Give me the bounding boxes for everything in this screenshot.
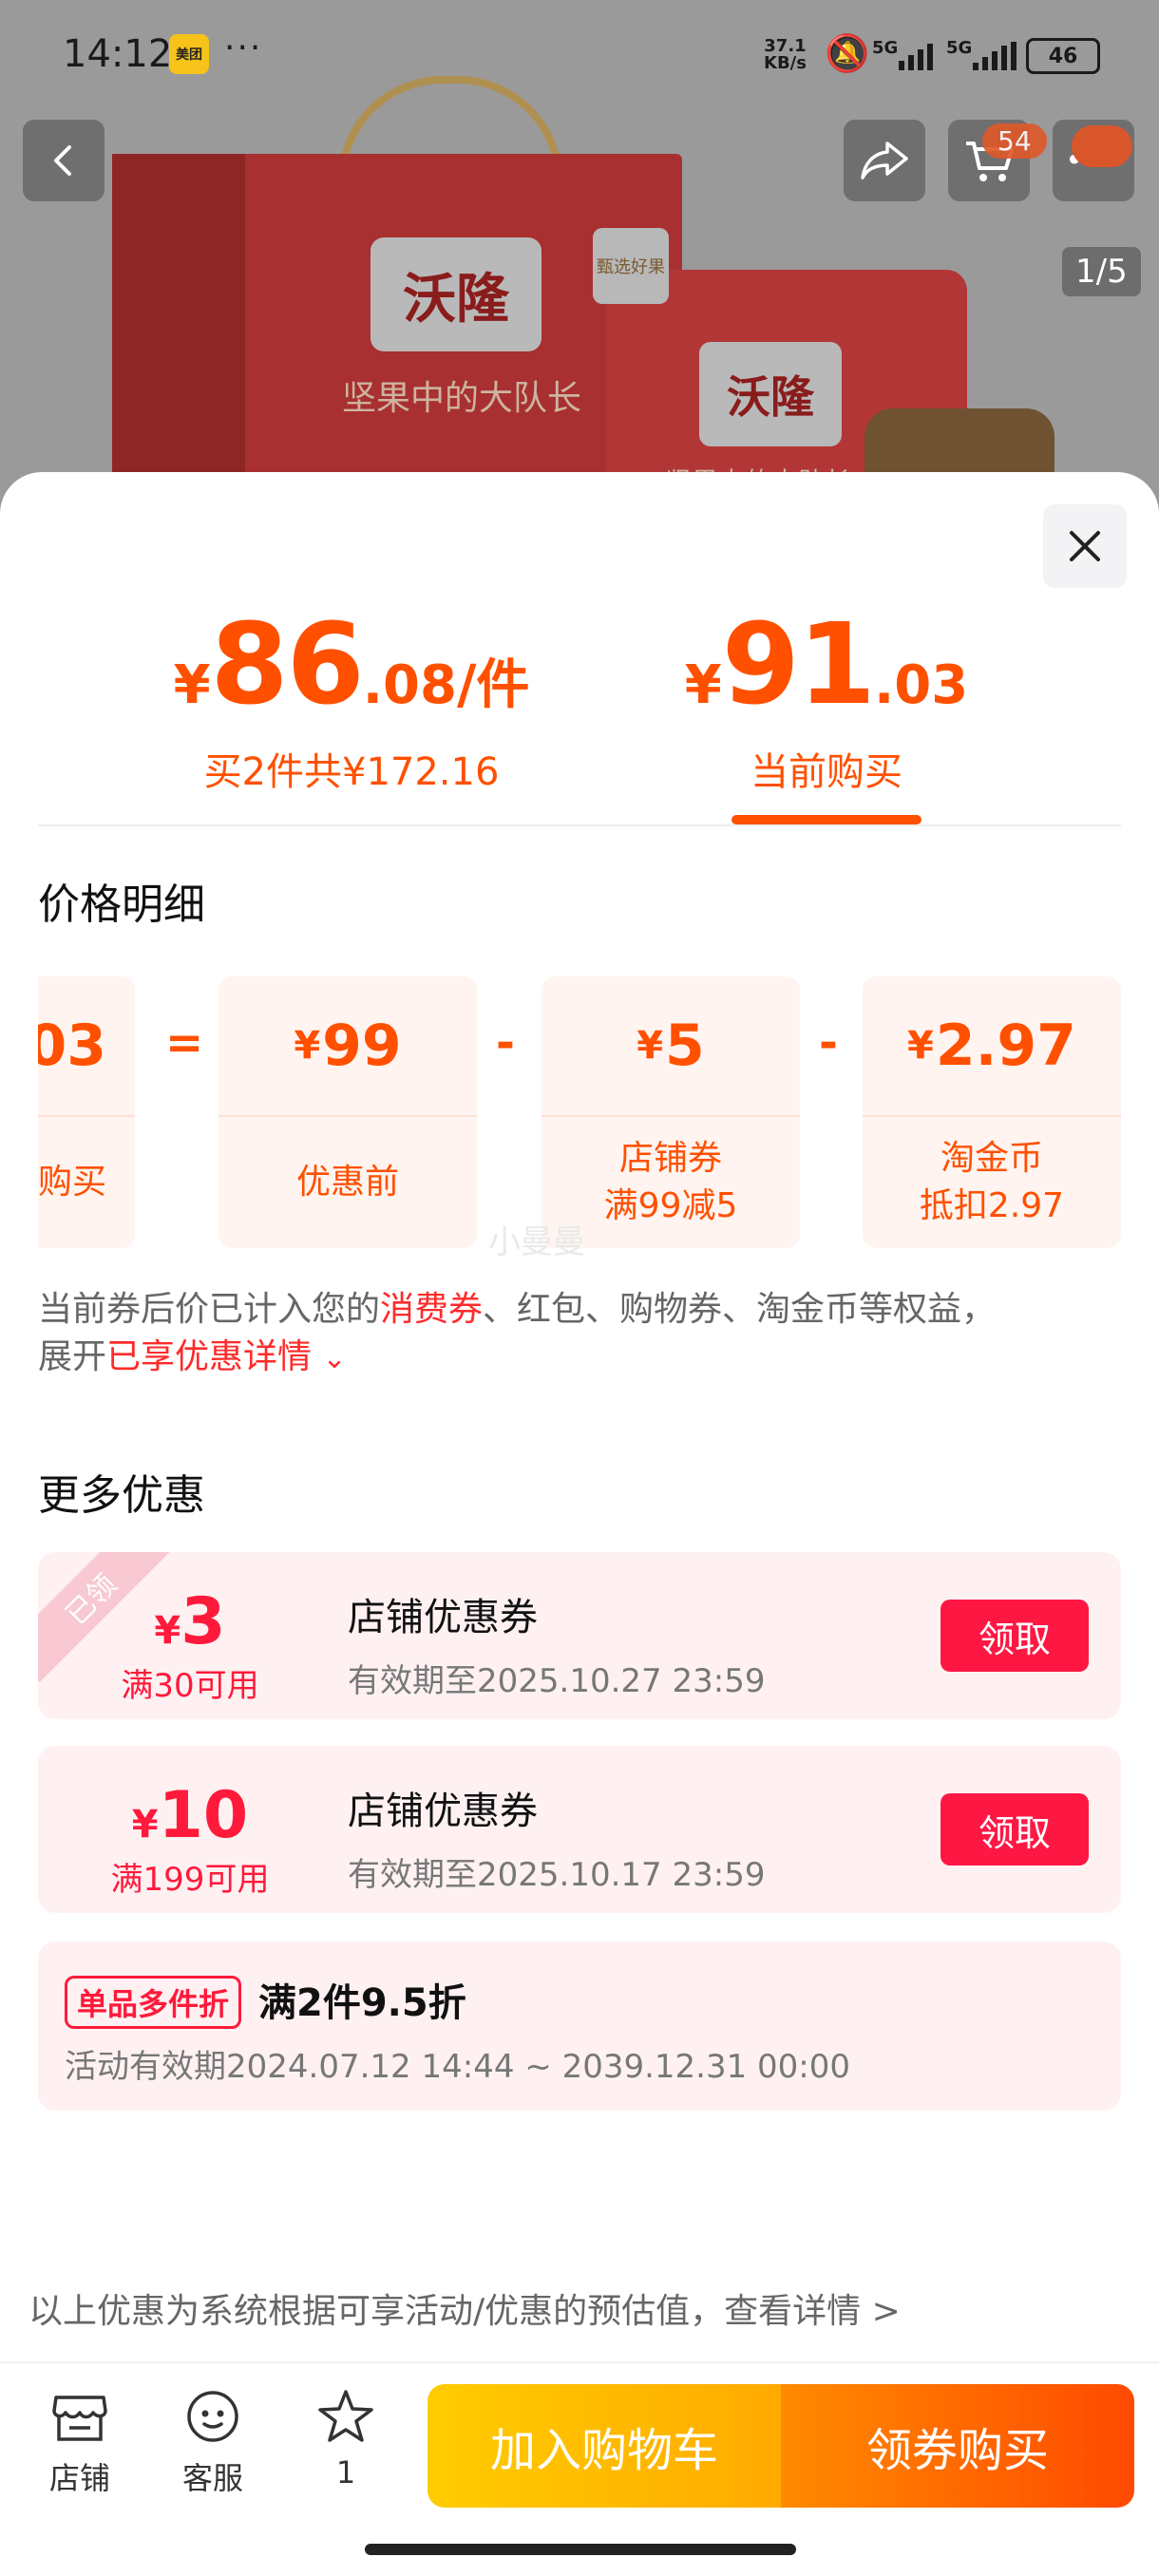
breakdown-card-original: ¥99 优惠前 xyxy=(218,976,477,1248)
claim-coupon-button[interactable]: 领取 xyxy=(940,1600,1089,1672)
price-notes: 当前券后价已计入您的消费券、红包、购物券、淘金币等权益， 展开已享优惠详情 ⌄ xyxy=(38,1290,997,1376)
price-detail-title: 价格明细 xyxy=(38,881,205,929)
disclaimer-link[interactable]: 以上优惠为系统根据可享活动/优惠的预估值，查看详情 > xyxy=(28,2283,901,2333)
favorite-button[interactable]: 1 xyxy=(298,2388,393,2491)
status-time: 14:12 xyxy=(63,32,173,76)
promo-period: 活动有效期2024.07.12 14:44 ~ 2039.12.31 00:00 xyxy=(65,2048,851,2086)
price-tab-multi[interactable]: ¥86.08/件 买2件共¥172.16 xyxy=(142,608,560,796)
bag-brand-logo: 沃隆 xyxy=(699,342,842,446)
equals-operator: = xyxy=(165,1016,204,1070)
bottom-divider xyxy=(0,2361,1159,2363)
shop-button[interactable]: 店铺 xyxy=(32,2388,127,2498)
battery-icon: 46 xyxy=(1026,38,1100,74)
promo-title: 满2件9.5折 xyxy=(258,1981,466,2025)
shop-icon xyxy=(52,2396,107,2441)
sim1-label: 5G xyxy=(872,38,899,58)
cta-group: 加入购物车 领券购买 xyxy=(428,2384,1134,2508)
coupon-name: 店铺优惠券 xyxy=(348,1790,538,1833)
image-counter: 1/5 xyxy=(1062,247,1141,296)
home-indicator[interactable] xyxy=(365,2544,796,2555)
more-offers-title: 更多优惠 xyxy=(38,1471,205,1520)
coupon-amount: ¥10 满199可用 xyxy=(110,1778,270,1899)
meituan-app-icon: 美团 xyxy=(169,34,209,74)
mute-bell-icon: 🔕 xyxy=(825,32,870,74)
close-button[interactable] xyxy=(1043,504,1127,588)
customer-service-button[interactable]: 客服 xyxy=(165,2388,260,2498)
price-tab-current[interactable]: ¥91.03 当前购买 xyxy=(665,608,988,796)
message-badge xyxy=(1072,125,1132,167)
promo-tag: 单品多件折 xyxy=(65,1976,242,2029)
coupon-validity: 有效期至2025.10.27 23:59 xyxy=(348,1662,766,1700)
multi-price-subtitle: 买2件共¥172.16 xyxy=(203,750,500,794)
star-icon xyxy=(318,2390,373,2442)
back-button[interactable] xyxy=(23,120,104,201)
divider xyxy=(38,824,1121,826)
network-speed: 37.1 KB/s xyxy=(764,36,807,73)
coupon-card: ¥10 满199可用 店铺优惠券 有效期至2025.10.17 23:59 领取 xyxy=(38,1746,1121,1913)
coupon-card: 已领 ¥3 满30可用 店铺优惠券 有效期至2025.10.27 23:59 领… xyxy=(38,1552,1121,1719)
coupon-name: 店铺优惠券 xyxy=(348,1596,538,1639)
consumer-coupon-link[interactable]: 消费券 xyxy=(380,1290,483,1329)
select-tag: 甄选好果 xyxy=(593,228,669,304)
chevron-left-icon xyxy=(54,145,71,176)
multi-item-discount-card: 单品多件折 满2件9.5折 活动有效期2024.07.12 14:44 ~ 20… xyxy=(38,1941,1121,2111)
minus-operator: - xyxy=(496,1016,515,1070)
discount-details-link[interactable]: 已享优惠详情 xyxy=(106,1337,312,1376)
coupon-validity: 有效期至2025.10.17 23:59 xyxy=(348,1856,766,1894)
buy-with-coupon-button[interactable]: 领券购买 xyxy=(781,2384,1134,2508)
brand-logo: 沃隆 xyxy=(370,237,542,351)
chevron-down-icon[interactable]: ⌄ xyxy=(322,1342,346,1375)
minus-operator: - xyxy=(819,1016,838,1070)
active-tab-indicator xyxy=(732,815,922,824)
multi-price: ¥86.08/件 xyxy=(173,598,530,729)
share-icon xyxy=(861,142,908,180)
signal-icon xyxy=(973,42,1016,70)
status-bar: 14:12 美团 ··· 37.1 KB/s 🔕 5G 5G 46 xyxy=(0,0,1159,104)
service-face-icon xyxy=(187,2391,238,2442)
share-button[interactable] xyxy=(844,120,925,201)
coupon-amount: ¥3 满30可用 xyxy=(121,1584,259,1705)
breakdown-card-taojinbi: ¥2.97 淘金币 抵扣2.97 xyxy=(863,976,1121,1248)
breakdown-card-current: 03 购买 xyxy=(38,976,135,1248)
more-notifications-icon: ··· xyxy=(224,28,263,67)
current-price-subtitle: 当前购买 xyxy=(750,750,902,794)
cart-count-badge: 54 xyxy=(982,123,1047,159)
sim2-label: 5G xyxy=(946,38,973,58)
claim-coupon-button[interactable]: 领取 xyxy=(940,1793,1089,1866)
signal-icon xyxy=(899,42,933,70)
watermark: 小曼曼 xyxy=(488,1223,585,1261)
add-to-cart-button[interactable]: 加入购物车 xyxy=(428,2384,781,2508)
current-price: ¥91.03 xyxy=(684,598,969,729)
breakdown-card-shop-coupon: ¥5 店铺券 满99减5 xyxy=(542,976,800,1248)
close-icon xyxy=(1070,531,1100,561)
product-slogan: 坚果中的大队长 xyxy=(342,379,582,418)
